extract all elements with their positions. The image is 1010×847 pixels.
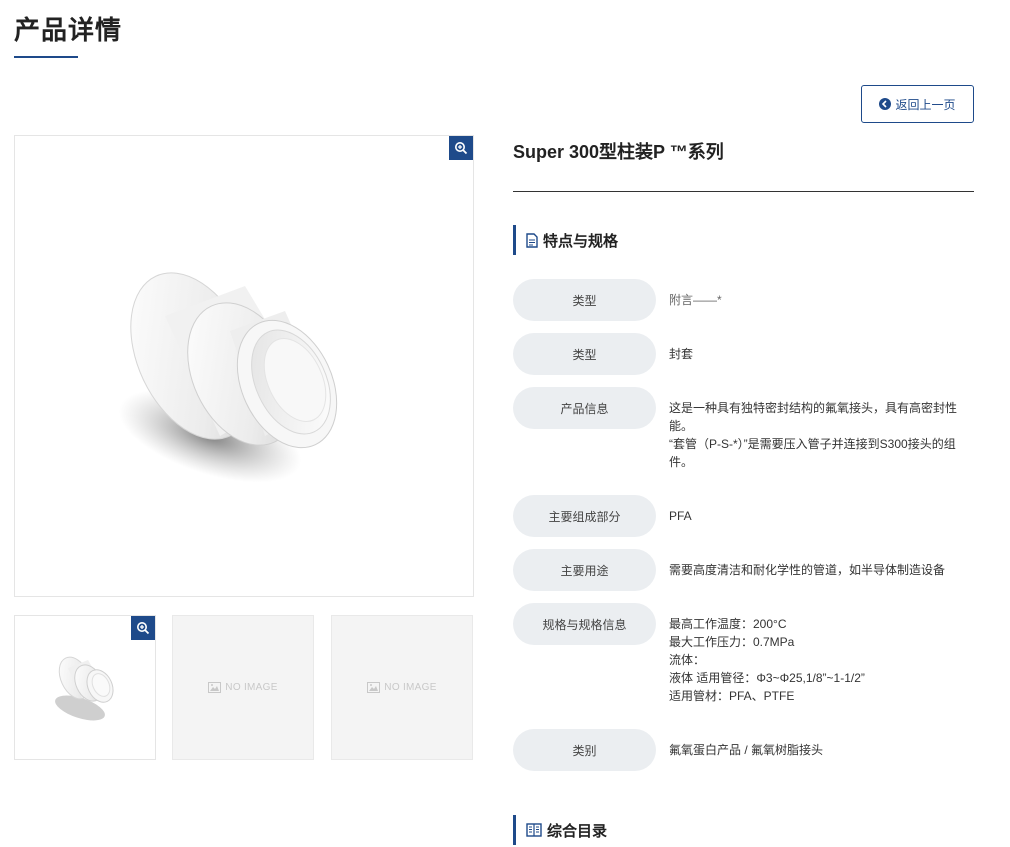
spec-value: 需要高度清洁和耐化学性的管道，如半导体制造设备 bbox=[669, 563, 946, 577]
features-title: 特点与规格 bbox=[543, 232, 619, 250]
spec-value: 这是一种具有独特密封结构的氟氧接头，具有高密封性 能。 “套管（P-S-*）”是… bbox=[669, 401, 958, 469]
spec-value: 最高工作温度：200°C 最大工作压力：0.7MPa 流体： 液体 适用管径：Φ… bbox=[669, 617, 865, 703]
image-icon bbox=[367, 682, 381, 693]
no-image-label: NO IMAGE bbox=[384, 682, 437, 693]
spec-value: 氟氧蛋白产品 / 氟氧树脂接头 bbox=[669, 743, 824, 757]
no-image-placeholder: NO IMAGE bbox=[173, 616, 313, 759]
spec-label: 类别 bbox=[513, 729, 656, 771]
no-image-placeholder: NO IMAGE bbox=[332, 616, 472, 759]
spec-label: 产品信息 bbox=[513, 387, 656, 429]
catalog-title: 综合目录 bbox=[547, 822, 608, 840]
image-icon bbox=[208, 682, 222, 693]
page-title: 产品详情 bbox=[14, 15, 123, 45]
divider bbox=[513, 191, 974, 192]
document-icon bbox=[526, 232, 538, 248]
thumbnail-2[interactable]: NO IMAGE bbox=[172, 615, 314, 760]
no-image-label: NO IMAGE bbox=[225, 682, 278, 693]
zoom-in-icon bbox=[455, 142, 468, 155]
spec-value: PFA bbox=[669, 509, 692, 523]
zoom-in-icon bbox=[137, 622, 150, 635]
fitting-illustration bbox=[118, 272, 338, 483]
spec-label: 主要用途 bbox=[513, 549, 656, 591]
thumbnail-3[interactable]: NO IMAGE bbox=[331, 615, 473, 760]
thumbnail-zoom-button[interactable] bbox=[131, 616, 155, 640]
spec-label: 类型 bbox=[513, 279, 656, 321]
back-button[interactable]: 返回上一页 bbox=[861, 85, 974, 123]
zoom-in-button[interactable] bbox=[449, 136, 473, 160]
spec-label: 规格与规格信息 bbox=[513, 603, 656, 645]
arrow-left-circle-icon bbox=[879, 98, 892, 110]
thumbnail-1[interactable] bbox=[14, 615, 156, 760]
spec-label: 主要组成部分 bbox=[513, 495, 656, 537]
spec-value: 封套 bbox=[669, 347, 694, 361]
features-section-heading: 特点与规格 bbox=[513, 225, 618, 255]
main-product-image[interactable] bbox=[14, 135, 474, 597]
book-icon bbox=[526, 823, 542, 837]
spec-value: 附言——* bbox=[669, 293, 722, 307]
title-underline bbox=[14, 56, 78, 58]
catalog-section-heading: 综合目录 bbox=[513, 815, 607, 845]
back-button-label: 返回上一页 bbox=[895, 97, 956, 112]
spec-label: 类型 bbox=[513, 333, 656, 375]
product-name: Super 300型柱装P ™系列 bbox=[513, 142, 724, 162]
